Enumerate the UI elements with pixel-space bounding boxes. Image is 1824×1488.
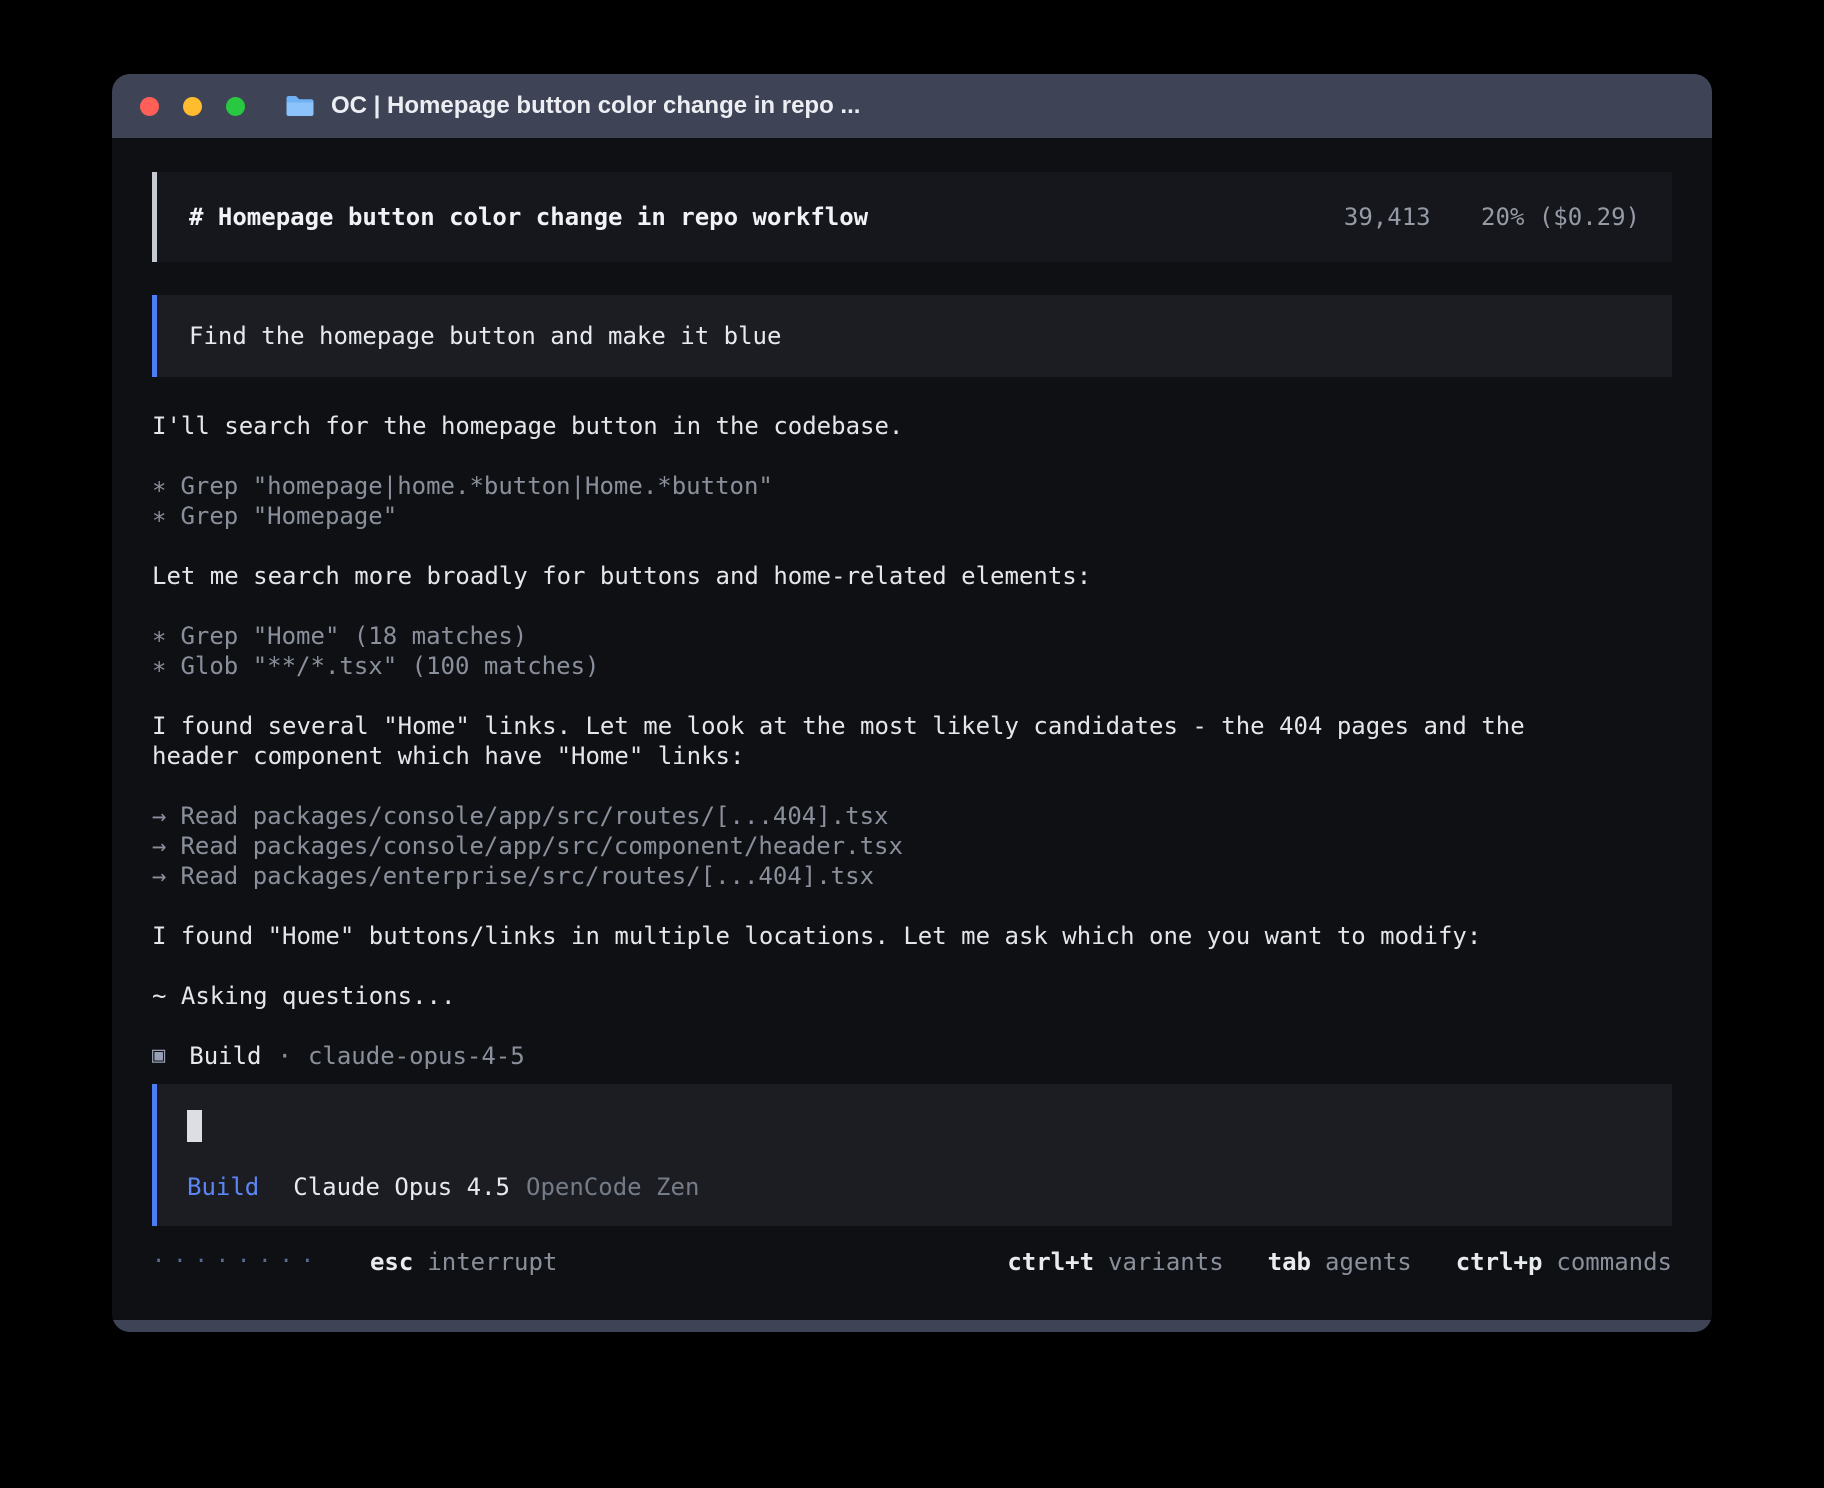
grep-tool-icon: ∗ [152, 471, 166, 501]
close-button[interactable] [140, 97, 159, 116]
read-tool-line: → Read packages/enterprise/src/routes/[..… [152, 861, 1582, 891]
session-header: # Homepage button color change in repo w… [152, 172, 1672, 262]
tool-call-text: Read packages/enterprise/src/routes/[...… [180, 862, 874, 890]
footer-right: ctrl+t variants tab agents ctrl+p commands [963, 1247, 1672, 1277]
tool-call-text: Grep "homepage|home.*button|Home.*button… [180, 472, 772, 500]
context-cost: 20% ($0.29) [1481, 203, 1640, 231]
tool-call-group: ∗ Grep "Home" (18 matches) ∗ Glob "**/*.ts… [152, 621, 1582, 681]
agents-label: agents [1325, 1248, 1412, 1276]
folder-icon [285, 94, 315, 118]
keyhint-interrupt: esc interrupt [370, 1247, 557, 1277]
tool-call-text: Grep "Homepage" [180, 502, 397, 530]
esc-label: interrupt [427, 1248, 557, 1276]
glob-tool-icon: ∗ [152, 651, 166, 681]
read-tool-line: → Read packages/console/app/src/routes/[.… [152, 801, 1582, 831]
terminal-content: # Homepage button color change in repo w… [112, 138, 1712, 1277]
assistant-paragraph: Let me search more broadly for buttons a… [152, 561, 1582, 591]
text-cursor [187, 1110, 202, 1142]
terminal-window: OC | Homepage button color change in rep… [112, 74, 1712, 1332]
token-count: 39,413 [1344, 203, 1431, 231]
tool-call-text: Read packages/console/app/src/routes/[..… [180, 802, 888, 830]
keyhint-agents: tab agents [1268, 1247, 1412, 1277]
status-footer: ········ esc interrupt ctrl+t variants tab… [152, 1247, 1672, 1277]
session-stats: 39,413 20% ($0.29) [1344, 202, 1640, 232]
read-arrow-icon: → [152, 831, 166, 861]
keyhint-commands: ctrl+p commands [1456, 1247, 1672, 1277]
ctrl-p-key: ctrl+p [1456, 1248, 1543, 1276]
assistant-paragraph: I found "Home" buttons/links in multiple… [152, 921, 1582, 951]
window-title: OC | Homepage button color change in rep… [331, 92, 860, 120]
agent-name: Build [189, 1041, 261, 1071]
user-message-text: Find the homepage button and make it blu… [189, 322, 781, 350]
agent-separator: · [278, 1041, 292, 1071]
grep-tool-icon: ∗ [152, 501, 166, 531]
esc-key: esc [370, 1248, 413, 1276]
tool-call-text: Grep "Home" (18 matches) [180, 622, 527, 650]
asking-status-line: ~ Asking questions... [152, 981, 1582, 1011]
agent-icon: ▣ [152, 1041, 165, 1071]
provider-name: OpenCode Zen [526, 1172, 699, 1202]
zoom-button[interactable] [226, 97, 245, 116]
input-status-bar: Build Claude Opus 4.5 OpenCode Zen [187, 1172, 1642, 1202]
desktop: OC | Homepage button color change in rep… [0, 0, 1824, 1488]
read-arrow-icon: → [152, 861, 166, 891]
grep-tool-line: ∗ Grep "Homepage" [152, 501, 1582, 531]
traffic-lights [140, 97, 245, 116]
session-title: # Homepage button color change in repo w… [189, 202, 868, 232]
glob-tool-line: ∗ Glob "**/*.tsx" (100 matches) [152, 651, 1582, 681]
variants-label: variants [1108, 1248, 1224, 1276]
tab-key: tab [1268, 1248, 1311, 1276]
user-message: Find the homepage button and make it blu… [152, 295, 1672, 377]
tool-call-text: Glob "**/*.tsx" (100 matches) [180, 652, 599, 680]
assistant-paragraph: I'll search for the homepage button in t… [152, 411, 1582, 441]
commands-label: commands [1556, 1248, 1672, 1276]
mode-indicator: Build [187, 1172, 259, 1202]
agent-line: ▣ Build · claude-opus-4-5 [152, 1041, 1582, 1071]
footer-left: ········ esc interrupt [152, 1247, 557, 1277]
tool-call-group: ∗ Grep "homepage|home.*button|Home.*butto… [152, 471, 1582, 531]
ctrl-t-key: ctrl+t [1007, 1248, 1094, 1276]
minimize-button[interactable] [183, 97, 202, 116]
grep-tool-line: ∗ Grep "homepage|home.*button|Home.*butto… [152, 471, 1582, 501]
grep-tool-icon: ∗ [152, 621, 166, 651]
agent-model: claude-opus-4-5 [308, 1041, 525, 1071]
grep-tool-line: ∗ Grep "Home" (18 matches) [152, 621, 1582, 651]
assistant-paragraph: I found several "Home" links. Let me loo… [152, 711, 1582, 771]
titlebar: OC | Homepage button color change in rep… [112, 74, 1712, 138]
read-arrow-icon: → [152, 801, 166, 831]
assistant-transcript: I'll search for the homepage button in t… [152, 377, 1582, 1071]
read-tool-line: → Read packages/console/app/src/component… [152, 831, 1582, 861]
prompt-input[interactable]: Build Claude Opus 4.5 OpenCode Zen [152, 1084, 1672, 1226]
tool-call-text: Read packages/console/app/src/component/… [180, 832, 902, 860]
window-bottom-chrome [112, 1320, 1712, 1332]
model-name: Claude Opus 4.5 [293, 1172, 510, 1202]
read-tool-group: → Read packages/console/app/src/routes/[.… [152, 801, 1582, 891]
keyhint-variants: ctrl+t variants [1007, 1247, 1223, 1277]
spinner-dots: ········ [152, 1247, 322, 1277]
